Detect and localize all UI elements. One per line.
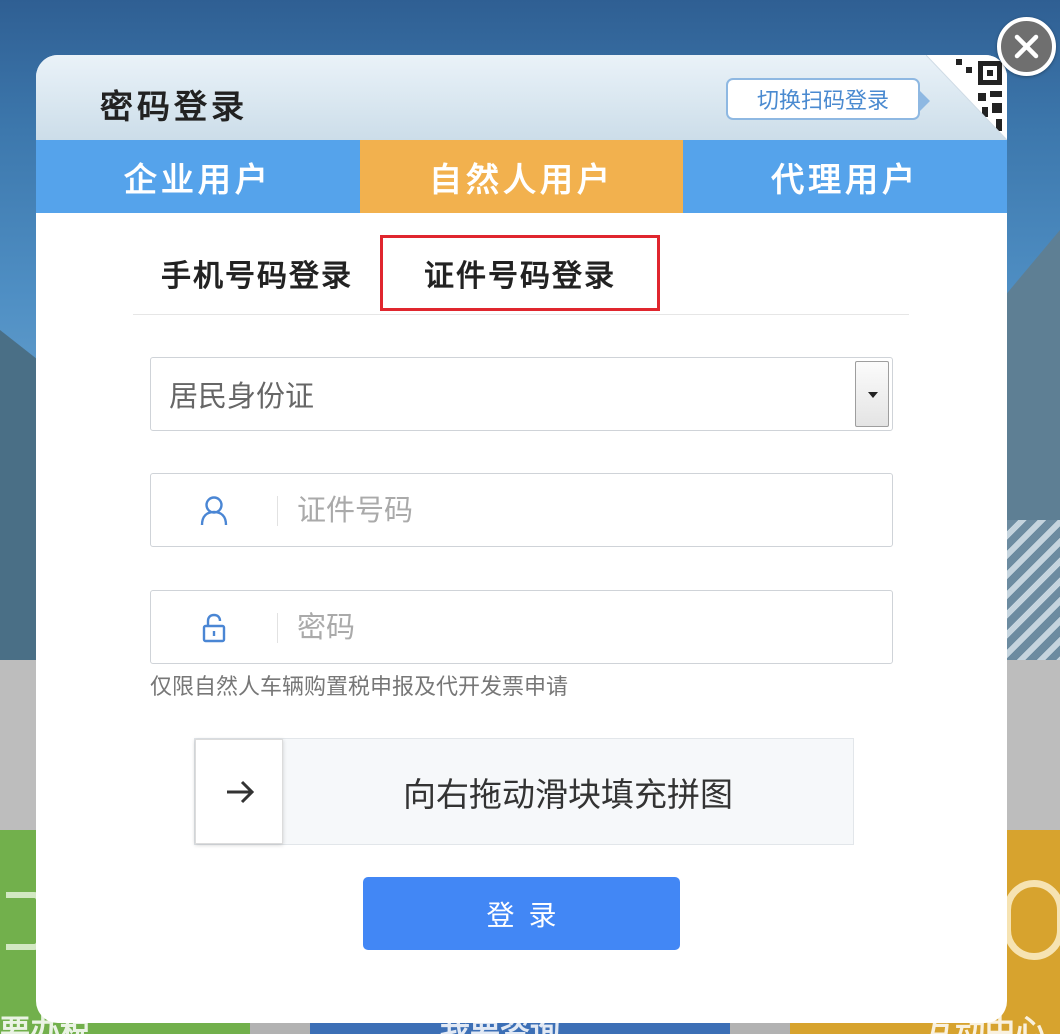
id-type-select[interactable]: 居民身份证 [150,357,893,431]
dialog-title: 密码登录 [100,87,248,126]
tab-id-number-login[interactable]: 证件号码登录 [380,235,660,311]
slider-handle[interactable] [195,739,283,844]
user-type-tabs: 企业用户 自然人用户 代理用户 [36,140,1007,213]
login-button[interactable]: 登录 [363,877,680,950]
slider-instruction: 向右拖动滑块填充拼图 [403,774,733,814]
lock-icon [199,612,229,644]
login-method-tabs: 手机号码登录 证件号码登录 [133,235,909,315]
id-number-input[interactable] [297,475,877,545]
chat-bubble-icon [1004,880,1060,960]
password-input[interactable] [297,592,877,662]
dialog-header: 密码登录 切换扫码登录 [36,55,1007,140]
tab-enterprise-user[interactable]: 企业用户 [36,140,360,213]
close-icon [1014,34,1039,59]
id-number-field [150,473,893,547]
tab-agent-user[interactable]: 代理用户 [683,140,1007,213]
chevron-down-icon[interactable] [855,361,889,427]
login-dialog: 密码登录 切换扫码登录 企业用户 自然人用户 代理用户 手机号码登录 证件号码登… [36,55,1007,1023]
switch-to-qr-login-button[interactable]: 切换扫码登录 [726,78,930,120]
arrow-right-icon [227,780,255,804]
tab-phone-login[interactable]: 手机号码登录 [133,235,381,311]
field-divider [277,613,278,643]
id-type-selected-value: 居民身份证 [169,379,315,413]
password-field [150,590,893,664]
field-divider [277,496,278,526]
user-icon [199,495,229,527]
usage-note: 仅限自然人车辆购置税申报及代开发票申请 [150,675,569,700]
slider-captcha: 向右拖动滑块填充拼图 [194,738,854,845]
tab-natural-person-user[interactable]: 自然人用户 [359,140,684,213]
close-button[interactable] [997,17,1056,76]
qr-code-icon[interactable] [926,55,1007,140]
